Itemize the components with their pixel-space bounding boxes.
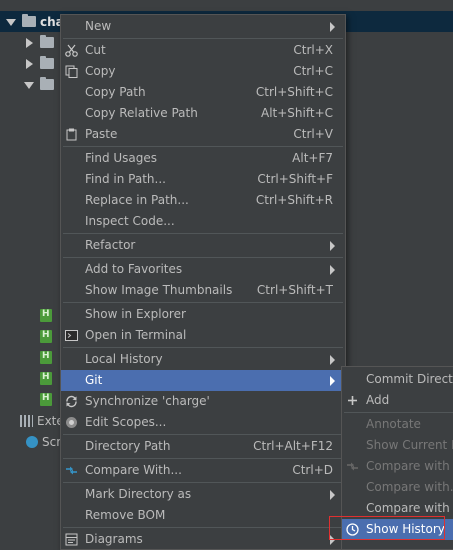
menu-item-inspect-code[interactable]: Inspect Code... xyxy=(61,211,345,232)
git-item-commit-directory[interactable]: Commit Directo xyxy=(342,369,453,390)
menu-item-git[interactable]: Git xyxy=(61,370,345,391)
diagram-icon xyxy=(65,533,78,546)
menu-item-cut[interactable]: Cut Ctrl+X xyxy=(61,40,345,61)
tree-row-file-4[interactable] xyxy=(40,368,58,389)
menu-item-synchronize[interactable]: Synchronize 'charge' xyxy=(61,391,345,412)
header-file-icon xyxy=(40,351,52,364)
tree-row-file-2[interactable] xyxy=(40,326,58,347)
compare-arrows-icon xyxy=(66,466,77,475)
menu-item-show-image-thumbnails[interactable]: Show Image Thumbnails Ctrl+Shift+T xyxy=(61,280,345,301)
menu-separator xyxy=(63,302,343,303)
menu-separator xyxy=(63,458,343,459)
folder-icon xyxy=(22,14,36,27)
scratches-label: Scr xyxy=(42,434,62,449)
submenu-arrow-icon xyxy=(330,241,335,251)
compare-arrows-icon xyxy=(347,462,358,471)
project-toolbar xyxy=(0,0,453,8)
folder-icon xyxy=(40,77,54,90)
menu-separator xyxy=(63,527,343,528)
collapse-arrow-icon[interactable] xyxy=(24,58,34,69)
menu-separator xyxy=(63,434,343,435)
tree-row-external-libraries[interactable]: Exte xyxy=(20,410,64,431)
context-menu: New Cut Ctrl+X Copy Ctrl+C Copy Path Ctr… xyxy=(60,14,346,550)
menu-item-refactor[interactable]: Refactor xyxy=(61,235,345,256)
folder-icon xyxy=(40,56,54,69)
git-item-compare-with-the-same[interactable]: Compare with t xyxy=(342,456,453,477)
submenu-arrow-icon xyxy=(330,22,335,32)
annotation-highlight-box xyxy=(329,516,445,540)
expand-arrow-icon[interactable] xyxy=(6,17,16,27)
tree-row-file-3[interactable] xyxy=(40,347,58,368)
tree-row-folder-2[interactable] xyxy=(24,53,58,74)
menu-separator xyxy=(63,482,343,483)
clipboard-icon xyxy=(66,128,77,141)
menu-separator xyxy=(63,257,343,258)
git-item-compare-with[interactable]: Compare with... xyxy=(342,477,453,498)
library-icon xyxy=(20,414,33,427)
menu-item-copy[interactable]: Copy Ctrl+C xyxy=(61,61,345,82)
copy-icon xyxy=(65,65,78,78)
menu-separator xyxy=(63,233,343,234)
tree-row-file-1[interactable] xyxy=(40,305,58,326)
expand-arrow-icon[interactable] xyxy=(24,80,34,90)
tree-row-folder-3[interactable] xyxy=(24,74,58,95)
submenu-arrow-icon xyxy=(330,265,335,275)
tree-row-scratches[interactable]: Scr xyxy=(26,431,61,452)
menu-item-mark-directory-as[interactable]: Mark Directory as xyxy=(61,484,345,505)
menu-item-show-in-explorer[interactable]: Show in Explorer xyxy=(61,304,345,325)
header-file-icon xyxy=(40,372,52,385)
menu-item-add-to-favorites[interactable]: Add to Favorites xyxy=(61,259,345,280)
git-item-show-current-revision[interactable]: Show Current R xyxy=(342,435,453,456)
terminal-icon xyxy=(65,330,78,341)
menu-item-directory-path[interactable]: Directory Path Ctrl+Alt+F12 xyxy=(61,436,345,457)
menu-item-diagrams[interactable]: Diagrams xyxy=(61,529,345,550)
header-file-icon xyxy=(40,393,52,406)
header-file-icon xyxy=(40,330,52,343)
menu-separator xyxy=(63,347,343,348)
git-item-add[interactable]: Add xyxy=(342,390,453,411)
menu-item-remove-bom[interactable]: Remove BOM xyxy=(61,505,345,526)
submenu-arrow-icon xyxy=(330,355,335,365)
scissors-icon xyxy=(65,44,78,57)
collapse-arrow-icon[interactable] xyxy=(24,37,34,48)
scope-icon xyxy=(66,417,77,428)
scratches-icon xyxy=(26,435,38,448)
folder-icon xyxy=(40,35,54,48)
tree-row-file-5[interactable] xyxy=(40,389,58,410)
menu-item-find-in-path[interactable]: Find in Path... Ctrl+Shift+F xyxy=(61,169,345,190)
menu-item-new[interactable]: New xyxy=(61,16,345,37)
menu-item-copy-relative-path[interactable]: Copy Relative Path Alt+Shift+C xyxy=(61,103,345,124)
git-item-annotate[interactable]: Annotate xyxy=(342,414,453,435)
menu-separator xyxy=(63,38,343,39)
plus-icon xyxy=(348,396,357,405)
menu-item-open-in-terminal[interactable]: Open in Terminal xyxy=(61,325,345,346)
menu-item-replace-in-path[interactable]: Replace in Path... Ctrl+Shift+R xyxy=(61,190,345,211)
submenu-arrow-icon xyxy=(330,376,335,386)
menu-item-copy-path[interactable]: Copy Path Ctrl+Shift+C xyxy=(61,82,345,103)
submenu-arrow-icon xyxy=(330,490,335,500)
menu-item-find-usages[interactable]: Find Usages Alt+F7 xyxy=(61,148,345,169)
menu-item-paste[interactable]: Paste Ctrl+V xyxy=(61,124,345,145)
tree-row-folder-1[interactable] xyxy=(24,32,58,53)
menu-separator xyxy=(63,146,343,147)
sync-icon xyxy=(66,395,77,408)
menu-item-compare-with[interactable]: Compare With... Ctrl+D xyxy=(61,460,345,481)
header-file-icon xyxy=(40,309,52,322)
menu-item-local-history[interactable]: Local History xyxy=(61,349,345,370)
menu-separator xyxy=(344,412,453,413)
menu-item-edit-scopes[interactable]: Edit Scopes... xyxy=(61,412,345,433)
